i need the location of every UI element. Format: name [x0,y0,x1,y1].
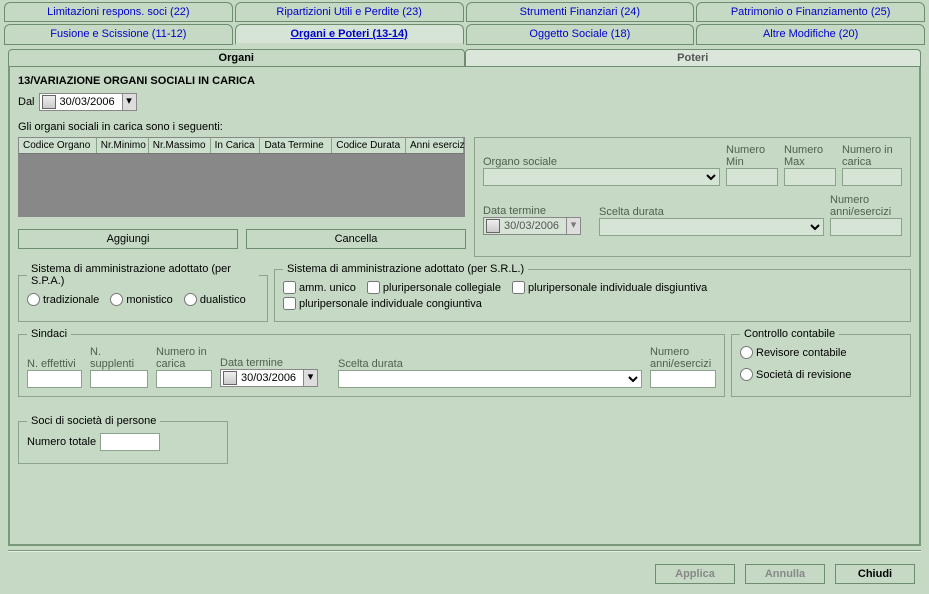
soci-fieldset: Soci di società di persone Numero totale [18,415,228,464]
organo-detail-pane: Organo sociale Numero Min Numero Max Num… [474,137,911,257]
subtab-organi[interactable]: Organi [8,49,465,66]
spa-legend: Sistema di amministrazione adottato (per… [27,263,259,287]
organo-sociale-select[interactable] [483,168,720,186]
tabs-lower-row: Fusione e Scissione (11-12) Organi e Pot… [0,24,929,45]
numero-in-carica-label: Numero in carica [842,144,902,168]
tab-patrimonio-finanziamento[interactable]: Patrimonio o Finanziamento (25) [696,2,925,22]
numero-anni-label: Numero anni/esercizi [830,194,902,218]
numero-max-input[interactable] [784,168,836,186]
tab-fusione-scissione[interactable]: Fusione e Scissione (11-12) [4,24,233,45]
sindaci-data-termine-input[interactable] [239,370,303,386]
sindaci-data-termine-picker[interactable]: ▾ [220,369,318,387]
srl-check-pluri-indiv-disgiuntiva[interactable]: pluripersonale individuale disgiuntiva [512,281,707,294]
spa-radio-tradizionale[interactable]: tradizionale [27,293,99,306]
sindaci-legend: Sindaci [27,328,71,340]
col-codice-organo: Codice Organo [19,138,97,153]
sindaci-numero-carica-input[interactable] [156,370,212,388]
dal-label: Dal [18,96,35,108]
dal-date-picker[interactable]: ▾ [39,93,137,111]
n-effettivi-input[interactable] [27,370,82,388]
calendar-icon [42,95,56,109]
chevron-down-icon[interactable]: ▾ [122,94,136,110]
cancella-button[interactable]: Cancella [246,229,466,249]
chevron-down-icon[interactable]: ▾ [566,218,580,234]
sindaci-data-termine-label: Data termine [220,357,330,369]
applica-button[interactable]: Applica [655,564,735,584]
srl-legend: Sistema di amministrazione adottato (per… [283,263,528,275]
numero-min-input[interactable] [726,168,778,186]
srl-check-pluri-indiv-congiuntiva[interactable]: pluripersonale individuale congiuntiva [283,297,482,310]
chevron-down-icon[interactable]: ▾ [303,370,317,386]
controllo-radio-societa[interactable]: Società di revisione [740,368,851,381]
col-nr-minimo: Nr.Minimo [97,138,149,153]
sindaci-numero-carica-label: Numero in carica [156,346,212,370]
col-codice-durata: Codice Durata [332,138,406,153]
sindaci-scelta-durata-label: Scelta durata [338,358,642,370]
bottom-bar: Applica Annulla Chiudi [655,564,915,584]
scelta-durata-select[interactable] [599,218,824,236]
calendar-icon [223,371,237,385]
col-data-termine: Data Termine [260,138,332,153]
tabs-upper-row: Limitazioni respons. soci (22) Ripartizi… [0,2,929,22]
n-supplenti-label: N. supplenti [90,346,148,370]
aggiungi-button[interactable]: Aggiungi [18,229,238,249]
srl-fieldset: Sistema di amministrazione adottato (per… [274,263,911,322]
controllo-fieldset: Controllo contabile Revisore contabile S… [731,328,911,397]
bottom-divider [8,550,921,552]
numero-in-carica-input[interactable] [842,168,902,186]
srl-check-pluri-collegiale[interactable]: pluripersonale collegiale [367,281,501,294]
data-termine-picker[interactable]: ▾ [483,217,581,235]
left-column: Codice Organo Nr.Minimo Nr.Massimo In Ca… [18,137,466,249]
tab-strumenti-finanziari[interactable]: Strumenti Finanziari (24) [466,2,695,22]
controllo-radio-revisore[interactable]: Revisore contabile [740,346,847,359]
section-title: 13/VARIAZIONE ORGANI SOCIALI IN CARICA [18,75,911,87]
scelta-durata-label: Scelta durata [599,206,824,218]
n-effettivi-label: N. effettivi [27,358,82,370]
sindaci-scelta-durata-select[interactable] [338,370,642,388]
subtabs-row: Organi Poteri [8,49,921,66]
tab-organi-poteri[interactable]: Organi e Poteri (13-14) [235,24,464,45]
spa-radio-monistico[interactable]: monistico [110,293,172,306]
col-in-carica: In Carica [211,138,261,153]
spa-fieldset: Sistema di amministrazione adottato (per… [18,263,268,322]
tab-altre-modifiche[interactable]: Altre Modifiche (20) [696,24,925,45]
tab-oggetto-sociale[interactable]: Oggetto Sociale (18) [466,24,695,45]
soci-legend: Soci di società di persone [27,415,160,427]
numero-totale-input[interactable] [100,433,160,451]
col-nr-massimo: Nr.Massimo [149,138,211,153]
tab-ripartizioni-utili[interactable]: Ripartizioni Utili e Perdite (23) [235,2,464,22]
n-supplenti-input[interactable] [90,370,148,388]
numero-max-label: Numero Max [784,144,836,168]
data-termine-label: Data termine [483,205,593,217]
srl-check-amm-unico[interactable]: amm. unico [283,281,356,294]
organo-sociale-label: Organo sociale [483,156,720,168]
sindaci-numero-anni-label: Numero anni/esercizi [650,346,716,370]
sindaci-fieldset: Sindaci N. effettivi N. supplenti Numero… [18,328,725,397]
intro-text: Gli organi sociali in carica sono i segu… [18,121,911,133]
annulla-button[interactable]: Annulla [745,564,825,584]
calendar-icon [486,219,500,233]
organi-panel: 13/VARIAZIONE ORGANI SOCIALI IN CARICA D… [8,66,921,546]
organi-grid[interactable]: Codice Organo Nr.Minimo Nr.Massimo In Ca… [18,137,465,217]
spa-radio-dualistico[interactable]: dualistico [184,293,246,306]
numero-min-label: Numero Min [726,144,778,168]
col-anni-esercizi: Anni esercizi [406,138,464,153]
controllo-legend: Controllo contabile [740,328,839,340]
numero-totale-label: Numero totale [27,436,96,448]
chiudi-button[interactable]: Chiudi [835,564,915,584]
grid-header: Codice Organo Nr.Minimo Nr.Massimo In Ca… [19,138,464,154]
tab-limitazioni-respons[interactable]: Limitazioni respons. soci (22) [4,2,233,22]
numero-anni-input[interactable] [830,218,902,236]
subtab-poteri[interactable]: Poteri [465,49,922,66]
dal-date-input[interactable] [58,94,122,110]
data-termine-input[interactable] [502,218,566,234]
sindaci-numero-anni-input[interactable] [650,370,716,388]
